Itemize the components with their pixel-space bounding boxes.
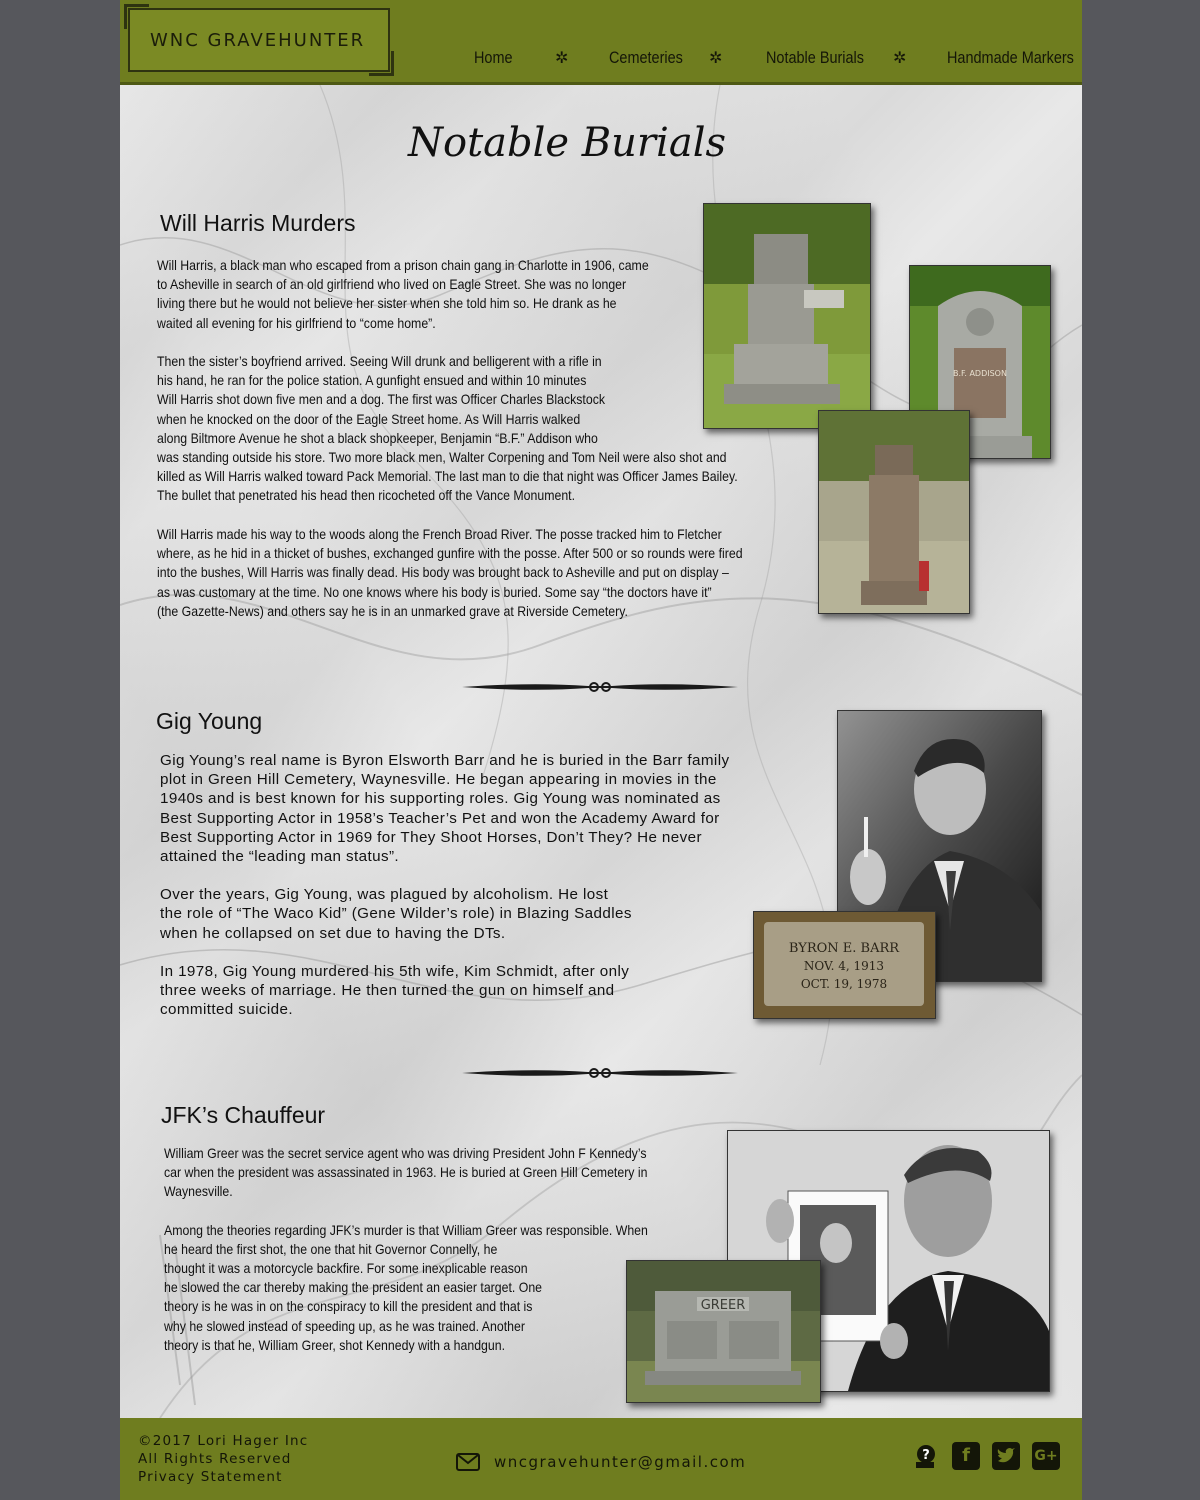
paragraph-line: Over the years, Gig Young, was plagued b… bbox=[160, 886, 609, 904]
plaque-line: OCT. 19, 1978 bbox=[801, 977, 887, 991]
nav-separator-icon: ✲ bbox=[709, 50, 723, 67]
nav-separator-icon: ✲ bbox=[555, 50, 569, 67]
section-title-will-harris: Will Harris Murders bbox=[160, 210, 356, 236]
paragraph-line: where, as he hid in a thicket of bushes,… bbox=[157, 545, 743, 562]
stone-inscription: GREER bbox=[701, 1298, 746, 1313]
paragraph-line: killed as Will Harris walked toward Pack… bbox=[157, 468, 738, 485]
paragraph-line: was standing outside his store. Two more… bbox=[157, 449, 727, 466]
nav-notable-burials[interactable]: Notable Burials bbox=[766, 48, 864, 68]
logo-text: WNC GRAVEHUNTER bbox=[150, 30, 366, 51]
photo-harris-gravestone-1 bbox=[703, 203, 871, 429]
paragraph-line: plot in Green Hill Cemetery, Waynesville… bbox=[160, 771, 717, 789]
rights-text: All Rights Reserved bbox=[138, 1451, 292, 1467]
gravestone-image bbox=[819, 411, 969, 613]
paragraph-line: three weeks of marriage. He then turned … bbox=[160, 982, 615, 1000]
site-logo[interactable]: WNC GRAVEHUNTER bbox=[124, 4, 394, 76]
paragraph-line: he heard the first shot, the one that hi… bbox=[164, 1240, 498, 1257]
gravestone-image: GREER bbox=[627, 1261, 820, 1402]
paragraph-line: car when the president was assassinated … bbox=[164, 1164, 648, 1181]
paragraph-line: Will Harris made his way to the woods al… bbox=[157, 526, 722, 542]
section-title-jfk-chauffeur: JFK’s Chauffeur bbox=[161, 1102, 326, 1128]
nav-cemeteries[interactable]: Cemeteries bbox=[609, 48, 683, 68]
will-harris-text: Will Harris, a black man who escaped fro… bbox=[157, 256, 650, 352]
paragraph-line: committed suicide. bbox=[160, 1001, 293, 1019]
copyright-text: ©2017 Lori Hager Inc bbox=[138, 1433, 309, 1449]
page-title: Notable Burials bbox=[407, 120, 727, 166]
plaque-line: BYRON E. BARR bbox=[789, 941, 900, 956]
section-divider bbox=[462, 682, 738, 692]
paragraph-line: attained the “leading man status”. bbox=[160, 848, 400, 866]
photo-barr-plaque: BYRON E. BARR NOV. 4, 1913 OCT. 19, 1978 bbox=[753, 911, 936, 1019]
section-divider bbox=[462, 1068, 738, 1078]
photo-harris-gravestone-3 bbox=[818, 410, 970, 614]
paragraph-line: Waynesville. bbox=[164, 1183, 233, 1200]
footer-copyright-block: ©2017 Lori Hager Inc All Rights Reserved… bbox=[138, 1432, 308, 1486]
paragraph-line: (the Gazette-News) and others say he is … bbox=[157, 602, 628, 619]
find-a-grave-icon[interactable]: ? bbox=[910, 1442, 938, 1470]
svg-text:?: ? bbox=[922, 1448, 930, 1463]
nav-handmade-markers[interactable]: Handmade Markers bbox=[947, 48, 1074, 68]
paragraph-line: when he collapsed on set due to having t… bbox=[160, 924, 506, 942]
paragraph-line: Best Supporting Actor in 1958’s Teacher’… bbox=[160, 809, 720, 827]
facebook-icon[interactable]: f bbox=[952, 1442, 980, 1470]
site-footer: ©2017 Lori Hager Inc All Rights Reserved… bbox=[120, 1418, 1082, 1500]
paragraph-line: William Greer was the secret service age… bbox=[164, 1145, 647, 1161]
paragraph-line: into the bushes, Will Harris was finally… bbox=[157, 564, 729, 581]
gravestone-image bbox=[704, 204, 870, 428]
paragraph-line: The bullet that penetrated his head then… bbox=[157, 487, 576, 504]
email-contact[interactable]: wncgravehunter@gmail.com bbox=[456, 1450, 746, 1474]
plaque-line: NOV. 4, 1913 bbox=[804, 959, 884, 973]
will-harris-paragraph-1: Will Harris, a black man who escaped fro… bbox=[157, 257, 649, 331]
main-nav: Home ✲ Cemeteries ✲ Notable Burials ✲ Ha… bbox=[460, 48, 1074, 74]
paragraph-line: Among the theories regarding JFK’s murde… bbox=[164, 1221, 648, 1238]
twitter-bird-glyph bbox=[997, 1448, 1015, 1463]
envelope-icon bbox=[456, 1453, 480, 1471]
gig-young-text: Gig Young’s real name is Byron Elsworth … bbox=[160, 751, 800, 1019]
social-icons: ? f G+ bbox=[910, 1442, 1070, 1474]
paragraph-line: 1940s and is best known for his supporti… bbox=[160, 790, 721, 808]
google-plus-icon[interactable]: G+ bbox=[1032, 1442, 1060, 1470]
email-link[interactable]: wncgravehunter@gmail.com bbox=[494, 1453, 746, 1471]
privacy-link[interactable]: Privacy Statement bbox=[138, 1468, 308, 1486]
paragraph-line: Gig Young’s real name is Byron Elsworth … bbox=[160, 752, 730, 769]
find-a-grave-glyph: ? bbox=[916, 1445, 935, 1468]
twitter-icon[interactable] bbox=[992, 1442, 1020, 1470]
paragraph-line: along Biltmore Avenue he shot a black sh… bbox=[157, 429, 598, 446]
section-title-gig-young: Gig Young bbox=[156, 708, 263, 734]
paragraph-line: In 1978, Gig Young murdered his 5th wife… bbox=[160, 962, 630, 980]
paragraph-line: the role of “The Waco Kid” (Gene Wilder’… bbox=[160, 905, 632, 923]
paragraph-line: Best Supporting Actor in 1969 for They S… bbox=[160, 828, 702, 846]
stone-inscription: B.F. ADDISON bbox=[953, 369, 1007, 378]
nav-separator-icon: ✲ bbox=[893, 50, 907, 67]
page: WNC GRAVEHUNTER Home ✲ Cemeteries ✲ Nota… bbox=[120, 0, 1082, 1500]
photo-greer-gravestone: GREER bbox=[626, 1260, 821, 1403]
plaque-image: BYRON E. BARR NOV. 4, 1913 OCT. 19, 1978 bbox=[754, 912, 935, 1018]
will-harris-text-3: Will Harris made his way to the woods al… bbox=[157, 525, 808, 621]
site-header: WNC GRAVEHUNTER Home ✲ Cemeteries ✲ Nota… bbox=[120, 0, 1082, 85]
paragraph-line: as was customary at the time. No one kno… bbox=[157, 583, 712, 600]
nav-home[interactable]: Home bbox=[474, 48, 513, 68]
